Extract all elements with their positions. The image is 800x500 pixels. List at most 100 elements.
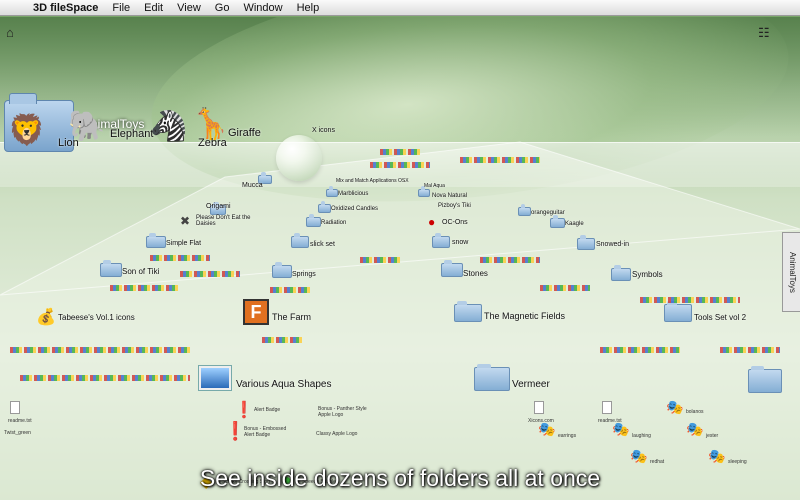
menu-help[interactable]: Help	[290, 0, 327, 16]
readme2-doc-icon[interactable]	[602, 401, 612, 414]
folder-snowed-in[interactable]	[577, 235, 595, 250]
redhat-icon[interactable]: 🎭	[630, 448, 647, 465]
menu-go[interactable]: Go	[208, 0, 237, 16]
alert-badge-label: Alert Badge	[254, 407, 281, 413]
menu-view[interactable]: View	[170, 0, 208, 16]
readme-label: readme.txt	[8, 418, 32, 424]
folder-stones[interactable]	[441, 260, 463, 277]
folder-label-kaagle: Kaagle	[565, 221, 584, 227]
folder-symbols[interactable]	[611, 265, 631, 281]
icon-row	[720, 347, 780, 353]
icon-row	[20, 375, 190, 381]
icon-row	[600, 347, 680, 353]
folder-slick-set[interactable]	[291, 233, 309, 248]
icon-row	[640, 297, 740, 303]
folder-label-the-farm: The Farm	[272, 312, 312, 322]
classy-apple-label: Classy Apple Logo	[316, 431, 358, 437]
giraffe-label: Giraffe	[228, 127, 261, 139]
folder-label-magnetic-fields: The Magnetic Fields	[484, 311, 566, 321]
folder-label-springs: Springs	[292, 271, 316, 278]
giraffe-icon[interactable]: 🦒	[192, 107, 229, 142]
icon-row	[480, 257, 540, 263]
icon-row	[380, 149, 420, 155]
folder-label-slick-set: slick set	[310, 241, 335, 248]
folder-label-origami: Origami	[206, 203, 231, 210]
folder-simple-flat[interactable]	[146, 233, 166, 248]
icon-row	[540, 285, 590, 291]
folder-label-tools-set: Tools Set vol 2	[694, 313, 747, 322]
sleeping-icon[interactable]: 🎭	[708, 448, 725, 465]
folder-kaagle[interactable]	[550, 215, 565, 228]
folder-son-of-tiki[interactable]	[100, 260, 122, 277]
folder-radiation[interactable]	[306, 214, 321, 227]
icon-row	[370, 162, 430, 168]
icon-row	[270, 287, 310, 293]
folder-partial-right[interactable]	[748, 366, 782, 393]
menu-file[interactable]: File	[105, 0, 137, 16]
settings-sliders-icon[interactable]: ☷	[758, 25, 770, 41]
icon-row	[150, 255, 210, 261]
menu-window[interactable]: Window	[236, 0, 289, 16]
folder-label-daisies: Please Don't Eat the Daisies	[196, 215, 251, 227]
folder-label-oc-ons: OC-Ons	[442, 219, 468, 226]
embossed-alert-label: Bonus - Embossed Alert Badge	[244, 426, 287, 438]
laughing-label: laughing	[632, 433, 651, 439]
folder-snow[interactable]	[432, 233, 450, 248]
folder-label-snow: snow	[452, 239, 469, 246]
floor-plane	[0, 141, 800, 500]
xicons-doc-icon[interactable]	[534, 401, 544, 414]
panther-apple-label: Bonus - Panther Style Apple Logo	[318, 406, 367, 418]
folder-orangeguitar[interactable]	[518, 204, 531, 216]
folder-label-symbols: Symbols	[632, 270, 663, 279]
icon-row	[180, 271, 240, 277]
folder-label-mucca: Mucca	[242, 182, 263, 189]
file-space-3d-view[interactable]: ⌂ ☷ AnimalToys 🦁 Lion 🐘 Elephant 🦓 Zebra…	[0, 17, 800, 500]
readme-doc-icon[interactable]	[10, 401, 20, 414]
the-farm-f-icon[interactable]: F	[243, 299, 269, 325]
earrings-icon[interactable]: 🎭	[538, 421, 555, 438]
folder-label-orangeguitar: orangeguitar	[531, 210, 565, 216]
folder-nova-natural[interactable]	[418, 186, 430, 197]
x-mark-icon[interactable]: ✖	[180, 214, 190, 228]
folder-label-tabeese: Tabeese's Vol.1 icons	[58, 313, 135, 322]
icon-row	[262, 337, 302, 343]
folder-label-aqua-shapes: Various Aqua Shapes	[236, 379, 332, 390]
folder-label-snowed-in: Snowed-in	[596, 241, 630, 248]
jester-icon[interactable]: 🎭	[686, 421, 703, 438]
folder-oxidized-candles[interactable]	[318, 201, 331, 213]
menu-edit[interactable]: Edit	[137, 0, 170, 16]
elephant-label: Elephant	[110, 128, 154, 140]
marketing-caption: See inside dozens of folders all at once	[199, 465, 601, 491]
icon-row	[460, 157, 540, 163]
menu-bar: 3D fileSpace File Edit View Go Window He…	[0, 0, 800, 16]
folder-tools-set[interactable]	[664, 301, 692, 322]
lion-icon[interactable]: 🦁	[8, 113, 45, 148]
folder-springs[interactable]	[272, 262, 292, 278]
folder-marblicious[interactable]	[326, 186, 338, 197]
icon-row	[110, 285, 180, 291]
aqua-shapes-icon[interactable]	[199, 366, 231, 390]
folder-label-marblicious: Marblicious	[338, 191, 369, 197]
zebra-icon[interactable]: 🦓	[150, 109, 187, 144]
folder-label-oxidized-candles: Oxidized Candles	[331, 206, 379, 212]
folder-magnetic-fields[interactable]	[454, 301, 482, 322]
earrings-label: earrings	[558, 433, 577, 439]
twist-label: Twist_green	[4, 430, 31, 436]
folder-label-nova-natural: Nova Natural	[432, 193, 468, 199]
oc-ons-icon[interactable]: ●	[428, 215, 435, 229]
home-icon[interactable]: ⌂	[6, 25, 14, 40]
folder-label-radiation: Radiation	[321, 220, 347, 226]
alert-badge-icon[interactable]: ❗	[234, 400, 254, 420]
tiki-s-icon[interactable]: 💰	[36, 307, 56, 327]
bolanos-icon[interactable]: 🎭	[666, 399, 683, 416]
x-icons-label: X icons	[312, 127, 335, 134]
laughing-icon[interactable]: 🎭	[612, 421, 629, 438]
side-tab-animaltoys[interactable]: AnimalToys	[782, 232, 800, 312]
folder-label-mal-aqua: Mal Aqua	[424, 183, 445, 189]
folder-label-vermeer: Vermeer	[512, 379, 550, 390]
folder-label-simple-flat: Simple Flat	[166, 240, 202, 247]
folder-vermeer[interactable]	[474, 364, 510, 391]
app-name-menu[interactable]: 3D fileSpace	[26, 0, 105, 16]
elephant-icon[interactable]: 🐘	[68, 109, 105, 144]
icon-row	[10, 347, 190, 353]
